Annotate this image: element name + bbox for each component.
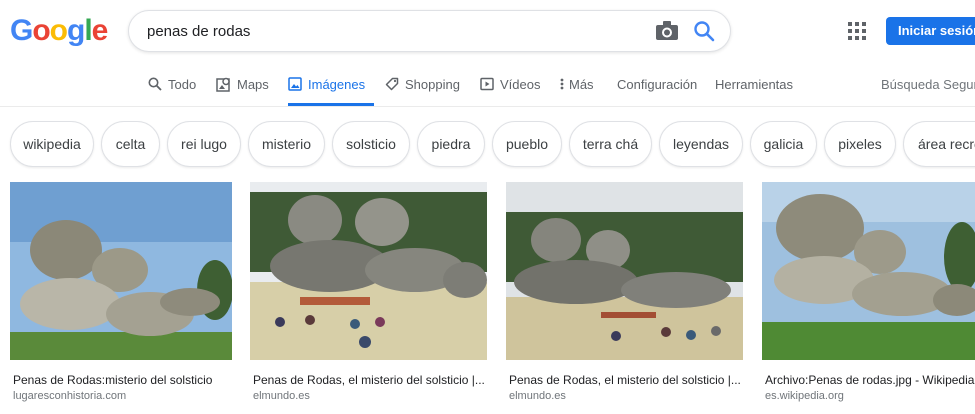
tab-todo[interactable]: Todo (148, 72, 196, 106)
tab-videos[interactable]: Vídeos (480, 72, 540, 106)
tab-label: Shopping (405, 77, 460, 92)
tab-label: Más (569, 77, 594, 92)
logo-letter: e (91, 14, 109, 47)
map-pin-icon (216, 77, 230, 92)
tab-label: Maps (237, 77, 269, 92)
tab-label: Todo (168, 77, 197, 92)
safesearch-toggle[interactable]: Búsqueda Segura (881, 77, 975, 92)
search-input[interactable] (147, 20, 627, 42)
image-result[interactable]: Penas de Rodas:misterio del solsticio lu… (10, 182, 232, 402)
image-result[interactable]: Penas de Rodas, el misterio del solstici… (506, 182, 743, 402)
result-thumbnail[interactable] (506, 182, 743, 360)
chip[interactable]: misterio (248, 121, 325, 167)
chip[interactable]: wikipedia (10, 121, 94, 167)
tab-label: Imágenes (308, 77, 366, 92)
chip[interactable]: solsticio (332, 121, 410, 167)
result-source[interactable]: es.wikipedia.org (765, 390, 844, 402)
header-divider (0, 106, 975, 107)
tab-maps[interactable]: Maps (216, 72, 269, 106)
result-caption[interactable]: Penas de Rodas:misterio del solsticio (13, 373, 212, 387)
result-thumbnail[interactable] (762, 182, 975, 360)
search-icon (148, 77, 162, 91)
more-vert-icon (560, 78, 564, 90)
apps-grid-icon[interactable] (847, 21, 867, 41)
chip[interactable]: leyendas (659, 121, 743, 167)
result-caption[interactable]: Penas de Rodas, el misterio del solstici… (253, 373, 485, 387)
search-box (128, 10, 731, 52)
chip[interactable]: área recreativa (903, 121, 975, 167)
settings-label: Configuración (617, 77, 698, 92)
tools-link[interactable]: Herramientas (715, 72, 793, 106)
chip[interactable]: pueblo (492, 121, 562, 167)
chip[interactable]: celta (101, 121, 160, 167)
signin-button[interactable]: Iniciar sesión (886, 17, 975, 45)
chip[interactable]: galicia (750, 121, 817, 167)
image-result[interactable]: Archivo:Penas de rodas.jpg - Wikipedia, … (762, 182, 975, 402)
tools-label: Herramientas (715, 77, 794, 92)
tab-label: Vídeos (500, 77, 541, 92)
result-source[interactable]: elmundo.es (253, 390, 310, 402)
chip[interactable]: pixeles (824, 121, 896, 167)
chip[interactable]: rei lugo (167, 121, 241, 167)
logo-letter: g (67, 14, 85, 47)
google-logo[interactable]: G o o g l e (10, 12, 109, 48)
logo-letter: o (49, 14, 68, 47)
image-result[interactable]: Penas de Rodas, el misterio del solstici… (250, 182, 487, 402)
result-thumbnail[interactable] (250, 182, 487, 360)
camera-icon[interactable] (655, 20, 679, 42)
result-source[interactable]: elmundo.es (509, 390, 566, 402)
result-thumbnail[interactable] (10, 182, 232, 360)
tab-imagenes[interactable]: Imágenes (288, 72, 374, 106)
result-caption[interactable]: Archivo:Penas de rodas.jpg - Wikipedia, … (765, 373, 975, 387)
logo-letter: G (10, 14, 33, 47)
tab-shopping[interactable]: Shopping (385, 72, 460, 106)
tab-mas[interactable]: Más (559, 72, 594, 106)
image-icon (288, 77, 302, 91)
magnifier-icon[interactable] (693, 20, 715, 42)
chip[interactable]: terra chá (569, 121, 652, 167)
search-nav: Todo Maps Imágenes Shopping Vídeos Más C… (0, 72, 975, 106)
logo-letter: l (84, 14, 92, 47)
tag-icon (385, 77, 399, 91)
result-source[interactable]: lugaresconhistoria.com (13, 390, 126, 402)
chip[interactable]: piedra (417, 121, 485, 167)
settings-link[interactable]: Configuración (617, 72, 697, 106)
result-caption[interactable]: Penas de Rodas, el misterio del solstici… (509, 373, 741, 387)
play-icon (480, 77, 494, 91)
logo-letter: o (32, 14, 50, 47)
